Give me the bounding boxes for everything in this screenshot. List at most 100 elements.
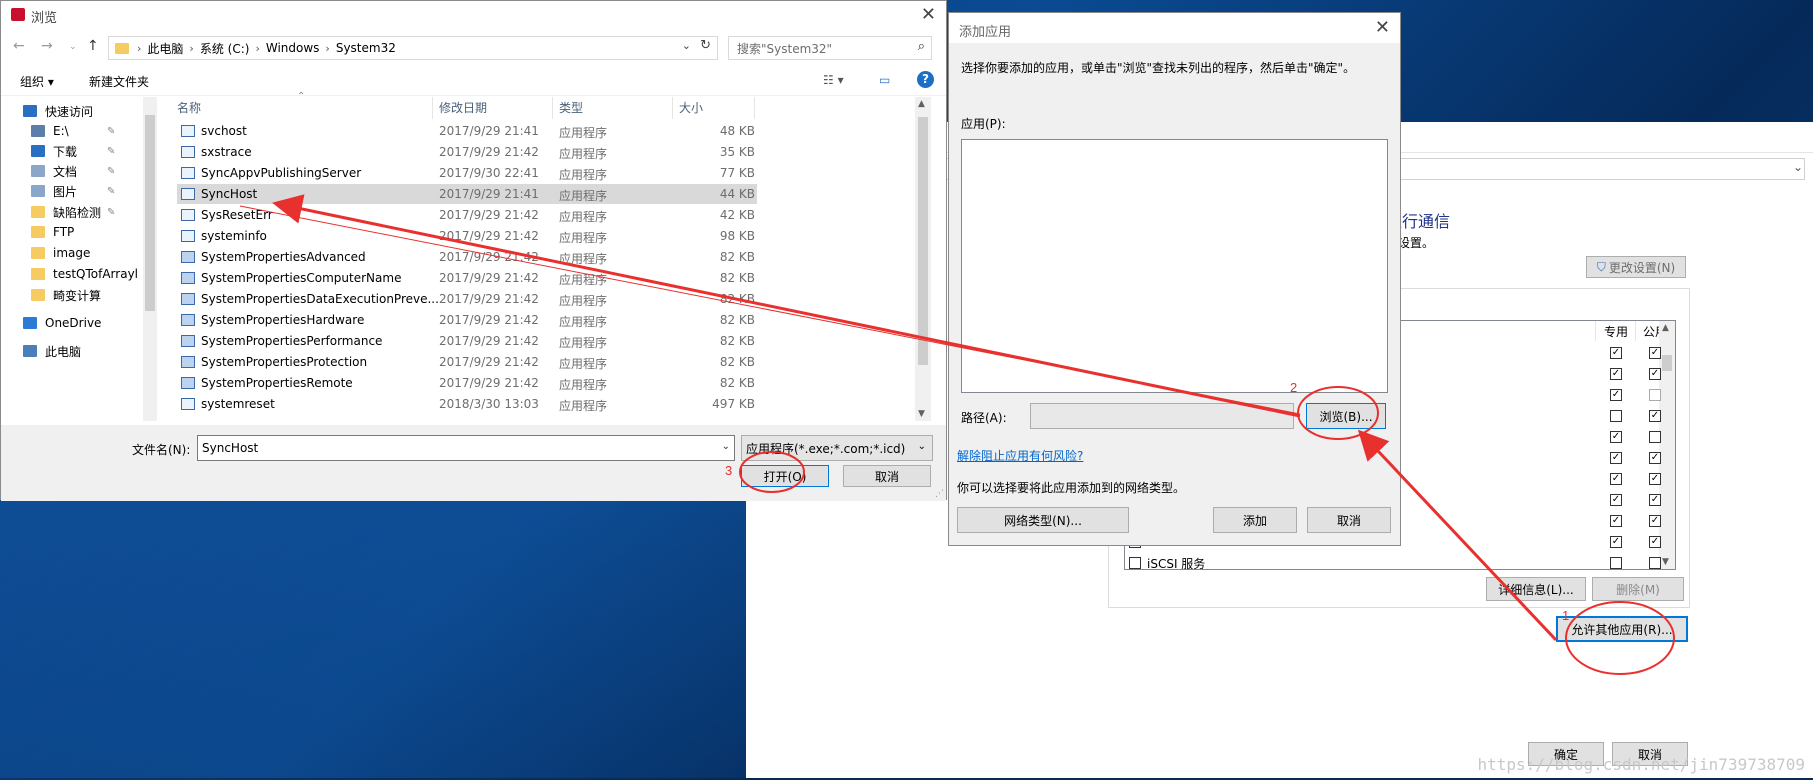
filetype-select[interactable]: 应用程序(*.exe;*.com;*.icd) ⌄ <box>741 435 933 461</box>
recent-locations-icon[interactable]: ⌄ <box>69 42 77 52</box>
up-icon[interactable]: ↑ <box>87 38 99 54</box>
column-date[interactable]: 修改日期 <box>433 97 553 119</box>
private-checkbox[interactable] <box>1610 536 1622 548</box>
nav-scrollbar[interactable] <box>143 97 157 421</box>
file-scrollbar[interactable]: ▲ ▼ <box>915 97 931 421</box>
table-row[interactable]: sxstrace 2017/9/29 21:42 应用程序 35 KB <box>177 142 757 162</box>
help-icon[interactable]: ? <box>917 71 934 88</box>
table-row[interactable]: SystemPropertiesAdvanced 2017/9/29 21:42 应… <box>177 247 757 267</box>
column-type[interactable]: 类型 <box>553 97 673 119</box>
private-checkbox[interactable] <box>1610 410 1622 422</box>
network-type-button[interactable]: 网络类型(N)... <box>957 507 1129 533</box>
refresh-icon[interactable]: ↻ <box>700 38 711 53</box>
open-button[interactable]: 打开(O) <box>741 465 829 487</box>
breadcrumb-separator-icon[interactable]: › <box>189 42 193 55</box>
search-input[interactable]: 搜索"System32" ⌕ <box>728 36 932 60</box>
address-bar[interactable]: › 此电脑 › 系统 (C:) › Windows › System32 ⌄ ↻ <box>108 36 718 60</box>
public-checkbox[interactable] <box>1649 410 1661 422</box>
filename-input[interactable]: SyncHost ⌄ <box>197 435 735 461</box>
chevron-down-icon[interactable]: ⌄ <box>722 441 730 452</box>
scroll-down-icon[interactable]: ▼ <box>1662 557 1669 567</box>
table-row[interactable]: SystemPropertiesComputerName 2017/9/29 21… <box>177 268 757 288</box>
table-row[interactable]: SysResetErr 2017/9/29 21:42 应用程序 42 KB <box>177 205 757 225</box>
search-icon[interactable]: ⌕ <box>918 39 925 54</box>
breadcrumb-separator-icon[interactable]: › <box>137 42 141 55</box>
resize-grip-icon[interactable]: ⋰ <box>935 489 944 499</box>
public-checkbox[interactable] <box>1649 452 1661 464</box>
pin-icon[interactable]: ✎ <box>107 207 115 218</box>
private-checkbox[interactable] <box>1610 515 1622 527</box>
details-button[interactable]: 详细信息(L)... <box>1486 577 1586 601</box>
pin-icon[interactable]: ✎ <box>107 186 115 197</box>
table-row[interactable]: SystemPropertiesProtection 2017/9/29 21:4… <box>177 352 757 372</box>
table-row[interactable]: SystemPropertiesRemote 2017/9/29 21:42 应用程… <box>177 373 757 393</box>
pin-icon[interactable]: ✎ <box>107 126 115 137</box>
chevron-down-icon[interactable]: ⌄ <box>682 39 691 52</box>
column-size[interactable]: 大小 <box>673 97 755 119</box>
app-enabled-checkbox[interactable] <box>1129 557 1141 569</box>
add-button[interactable]: 添加 <box>1213 507 1297 533</box>
nav-item[interactable]: 文档 <box>31 161 77 181</box>
private-checkbox[interactable] <box>1610 557 1622 569</box>
forward-icon[interactable]: → <box>41 38 53 54</box>
table-row[interactable]: SyncHost 2017/9/29 21:41 应用程序 44 KB <box>177 184 757 204</box>
nav-item[interactable]: 图片 <box>31 181 77 201</box>
pin-icon[interactable]: ✎ <box>107 146 115 157</box>
scroll-up-icon[interactable]: ▲ <box>1662 323 1669 333</box>
table-row[interactable]: SystemPropertiesPerformance 2017/9/29 21:… <box>177 331 757 351</box>
nav-item[interactable]: 缺陷检测 <box>31 202 101 222</box>
scroll-down-icon[interactable]: ▼ <box>918 409 925 419</box>
private-checkbox[interactable] <box>1610 431 1622 443</box>
allow-other-app-button[interactable]: 允许其他应用(R)... <box>1556 616 1688 642</box>
breadcrumb-item[interactable]: System32 <box>336 41 396 55</box>
breadcrumb-separator-icon[interactable]: › <box>325 42 329 55</box>
view-options-icon[interactable]: ☷ ▾ <box>823 73 844 87</box>
list-scrollbar[interactable]: ▲ ▼ <box>1659 321 1675 569</box>
nav-item[interactable]: FTP <box>31 222 74 242</box>
chevron-down-icon[interactable]: ⌄ <box>1793 160 1803 174</box>
scroll-up-icon[interactable]: ▲ <box>918 99 925 109</box>
table-row[interactable]: SystemPropertiesDataExecutionPreve... 201… <box>177 289 757 309</box>
nav-item[interactable]: 畸变计算 <box>31 285 101 305</box>
back-icon[interactable]: ← <box>13 38 25 54</box>
private-checkbox[interactable] <box>1610 368 1622 380</box>
new-folder-button[interactable]: 新建文件夹 <box>89 73 149 90</box>
public-checkbox[interactable] <box>1649 515 1661 527</box>
nav-item[interactable]: 下载 <box>31 141 77 161</box>
nav-item[interactable]: 快速访问 <box>23 101 93 121</box>
public-checkbox[interactable] <box>1649 473 1661 485</box>
table-row[interactable]: svchost 2017/9/29 21:41 应用程序 48 KB <box>177 121 757 141</box>
private-checkbox[interactable] <box>1610 473 1622 485</box>
table-row[interactable]: systemreset 2018/3/30 13:03 应用程序 497 KB <box>177 394 757 414</box>
private-checkbox[interactable] <box>1610 452 1622 464</box>
preview-pane-icon[interactable]: ▭ <box>879 73 890 87</box>
close-icon[interactable]: ✕ <box>921 4 936 25</box>
nav-item[interactable]: E:\ <box>31 121 69 141</box>
nav-item[interactable]: OneDrive <box>23 313 101 333</box>
public-checkbox[interactable] <box>1649 431 1661 443</box>
close-icon[interactable]: ✕ <box>1375 17 1390 38</box>
pin-icon[interactable]: ✎ <box>107 166 115 177</box>
remove-button[interactable]: 删除(M) <box>1592 577 1684 601</box>
private-checkbox[interactable] <box>1610 494 1622 506</box>
apps-list[interactable] <box>961 139 1388 393</box>
organize-menu[interactable]: 组织 ▾ <box>20 73 54 90</box>
change-settings-button[interactable]: ⛉ 更改设置(N) <box>1586 256 1686 278</box>
breadcrumb-item[interactable]: Windows <box>266 41 320 55</box>
path-input[interactable] <box>1030 403 1294 429</box>
private-checkbox[interactable] <box>1610 389 1622 401</box>
public-checkbox[interactable] <box>1649 389 1661 401</box>
breadcrumb-item[interactable]: 此电脑 <box>147 40 183 57</box>
nav-item[interactable]: 此电脑 <box>23 341 81 361</box>
browse-button[interactable]: 浏览(B)... <box>1306 403 1386 429</box>
nav-item[interactable]: testQTofArrayl <box>31 264 138 284</box>
cancel-button[interactable]: 取消 <box>843 465 931 487</box>
table-row[interactable]: SyncAppvPublishingServer 2017/9/30 22:41 应… <box>177 163 757 183</box>
public-checkbox[interactable] <box>1649 368 1661 380</box>
table-row[interactable]: SystemPropertiesHardware 2017/9/29 21:42 应… <box>177 310 757 330</box>
table-row[interactable]: systeminfo 2017/9/29 21:42 应用程序 98 KB <box>177 226 757 246</box>
column-private[interactable]: 专用 <box>1595 321 1636 341</box>
breadcrumb-item[interactable]: 系统 (C:) <box>200 40 250 57</box>
public-checkbox[interactable] <box>1649 557 1661 569</box>
public-checkbox[interactable] <box>1649 536 1661 548</box>
